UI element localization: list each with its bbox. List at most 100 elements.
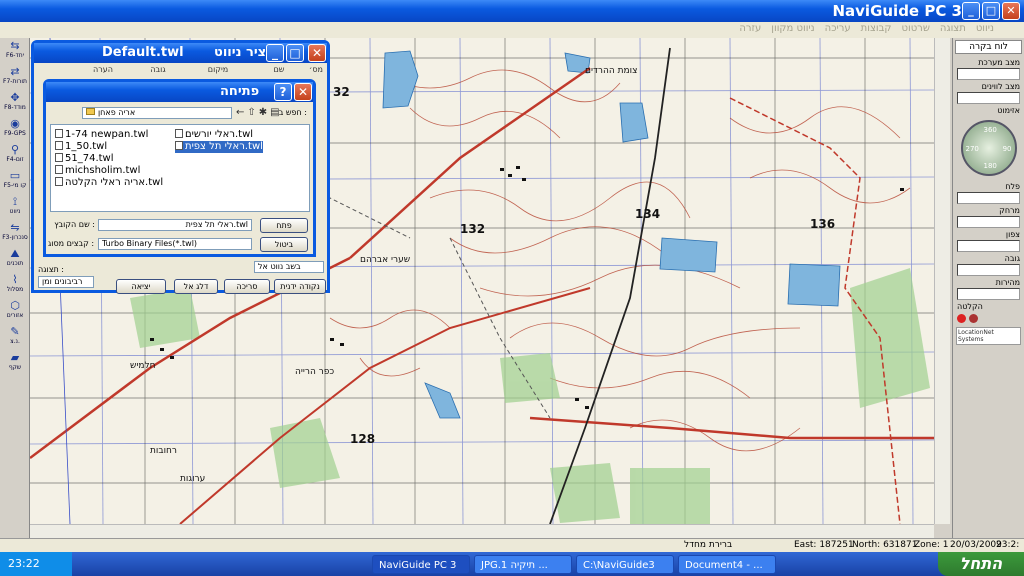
left-tool-button[interactable]: ⬡ אזורים <box>2 300 28 322</box>
skip-to-button[interactable]: דלג אל <box>174 279 218 294</box>
map-label: רחובות <box>150 446 177 456</box>
map-horizontal-scrollbar[interactable] <box>30 524 934 538</box>
up-folder-icon[interactable]: ⇧ <box>247 107 255 118</box>
record-stop-icon[interactable] <box>969 314 978 323</box>
system-tray: 23:22 <box>0 552 72 576</box>
app-title-bar[interactable]: NaviGuide PC 3 _ □ ✕ <box>0 0 1024 22</box>
menu-item[interactable]: ניווט מקוון <box>771 23 814 34</box>
tool-label: F3-סנכרון <box>2 234 28 241</box>
vegetation <box>130 268 930 524</box>
left-tool-button[interactable]: ✎ נ.צ. <box>2 326 28 348</box>
file-item[interactable]: michsholim.twl <box>55 165 140 177</box>
map-label: 134 <box>635 207 660 221</box>
tool-label: F9-GPS <box>4 130 26 137</box>
altitude-field <box>957 264 1020 276</box>
menu-item[interactable]: תצוגה <box>940 23 966 34</box>
map-label: חלמיש <box>130 361 156 371</box>
left-tool-button[interactable]: ⇆ F6-יחד <box>2 40 28 62</box>
left-tool-button[interactable]: ⛰ תוכנים <box>2 248 28 270</box>
column-header[interactable]: גובה <box>133 65 183 77</box>
speed-label: מהירות <box>995 278 1020 287</box>
maximize-button[interactable]: □ <box>982 2 1000 20</box>
back-icon[interactable]: ← <box>236 107 244 118</box>
look-in-select[interactable]: אריה פאחן <box>82 107 232 119</box>
route-minimize-button[interactable]: _ <box>266 44 284 62</box>
tool-icon: ⇄ <box>10 65 20 78</box>
status-default: ברירת מחדל <box>684 540 733 550</box>
control-panel-header: לוח בקרה <box>955 40 1022 54</box>
close-button[interactable]: ✕ <box>1002 2 1020 20</box>
open-dialog-title: פתיחה <box>220 84 260 99</box>
tool-label: F5-קו מי <box>3 182 27 189</box>
task-document[interactable]: Document4 - ... <box>678 555 776 574</box>
route-window-titlebar[interactable]: Default.twl ציר ניווט _ □ ✕ <box>34 43 327 63</box>
recording-controls <box>957 314 1020 323</box>
new-folder-icon[interactable]: ✱ <box>259 107 267 118</box>
left-tool-button[interactable]: ⚲ F4-זום <box>2 144 28 166</box>
compass-s: 180 <box>983 162 997 170</box>
azimuth-label: אזימוט <box>997 106 1020 115</box>
map-vertical-scrollbar[interactable] <box>934 38 950 524</box>
open-button[interactable]: פתח <box>260 218 308 233</box>
left-tool-button[interactable]: ⌇ מסלול <box>2 274 28 296</box>
left-tool-button[interactable]: ⇋ F3-סנכרון <box>2 222 28 244</box>
left-tool-button[interactable]: ◉ F9-GPS <box>2 118 28 140</box>
view-menu-icon[interactable]: ▤ <box>270 107 279 118</box>
menu-item[interactable]: שרטוט <box>901 23 929 34</box>
file-icon <box>55 141 63 150</box>
open-dialog-close-button[interactable]: ✕ <box>294 83 312 101</box>
altitude-label: גובה <box>1004 254 1020 263</box>
map-label: ערוגות <box>180 474 205 484</box>
left-tool-button[interactable]: ✥ F8-מודד <box>2 92 28 114</box>
route-close-button[interactable]: ✕ <box>308 44 326 62</box>
manual-point-button[interactable]: נקודה ידנית <box>274 279 326 294</box>
filename-label: שם הקובץ : <box>54 220 95 229</box>
left-tool-button[interactable]: ⟟ ניווט <box>2 196 28 218</box>
navigate-to-field[interactable]: בשב נווט אל <box>254 261 324 273</box>
cancel-button[interactable]: ביטול <box>260 237 308 252</box>
scan-button[interactable]: סריכה <box>224 279 270 294</box>
left-tool-button[interactable]: ▰ שקף <box>2 352 28 374</box>
map-label: צומת ההרדים <box>585 66 637 76</box>
file-item[interactable]: ראלי יורשים.twl <box>175 129 253 141</box>
control-panel: לוח בקרה מצב מערכת מצב לווינים אזימוט 36… <box>952 38 1024 538</box>
record-red-icon[interactable] <box>957 314 966 323</box>
help-button[interactable]: ? <box>274 83 292 101</box>
menu-item[interactable]: ניווט <box>976 23 994 34</box>
filename-input[interactable]: ראלי תל צפית.twl <box>98 219 252 231</box>
distance-field <box>957 216 1020 228</box>
column-header[interactable]: שם <box>253 65 305 77</box>
task-naviguide-folder[interactable]: C:\NaviGuide3 <box>576 555 674 574</box>
menu-item[interactable]: קבוצות <box>861 23 892 34</box>
column-header[interactable]: מיקום <box>183 65 253 77</box>
menu-item[interactable]: עריכה <box>825 23 851 34</box>
satellite-status-label: מצב לווינים <box>981 82 1020 91</box>
compass-w: 270 <box>965 145 979 153</box>
start-button[interactable]: התחל <box>938 552 1024 576</box>
column-header[interactable]: הערה <box>73 65 133 77</box>
column-header[interactable]: מס׳ <box>305 65 327 77</box>
display-select[interactable]: רביבונים ומן <box>38 276 94 288</box>
left-tool-button[interactable]: ⇄ F7-תורות <box>2 66 28 88</box>
minimize-button[interactable]: _ <box>962 2 980 20</box>
task-folder[interactable]: JPG.1 תיקיה ... <box>474 555 572 574</box>
route-maximize-button[interactable]: □ <box>286 44 304 62</box>
file-list[interactable]: 1-74 newpan.twl 1_50.twl 51_74.twl michshol… <box>50 124 310 212</box>
filetype-label: קבצים מסוג : <box>48 239 95 248</box>
file-item[interactable]: 1-74 newpan.twl <box>55 129 148 141</box>
file-item[interactable]: 1_50.twl <box>55 141 107 153</box>
open-dialog-titlebar[interactable]: פתיחה ? ✕ <box>46 82 313 102</box>
tool-label: F7-תורות <box>3 78 27 85</box>
left-tool-button[interactable]: ▭ F5-קו מי <box>2 170 28 192</box>
recording-label: הקלטה <box>957 302 983 311</box>
file-item[interactable]: ראלי תל צפית.twl <box>175 141 263 153</box>
file-item[interactable]: אריה ראלי הקלטה.twl <box>55 177 163 189</box>
exit-button[interactable]: יציאה <box>116 279 166 294</box>
file-item[interactable]: 51_74.twl <box>55 153 114 165</box>
file-icon <box>175 141 183 150</box>
tool-label: F8-מודד <box>4 104 26 111</box>
tray-clock[interactable]: 23:22 <box>8 557 40 570</box>
filetype-select[interactable]: Turbo Binary Files(*.twl) <box>98 238 252 250</box>
task-naviguide[interactable]: NaviGuide PC 3 <box>372 555 470 574</box>
menu-item[interactable]: עזרה <box>739 23 761 34</box>
